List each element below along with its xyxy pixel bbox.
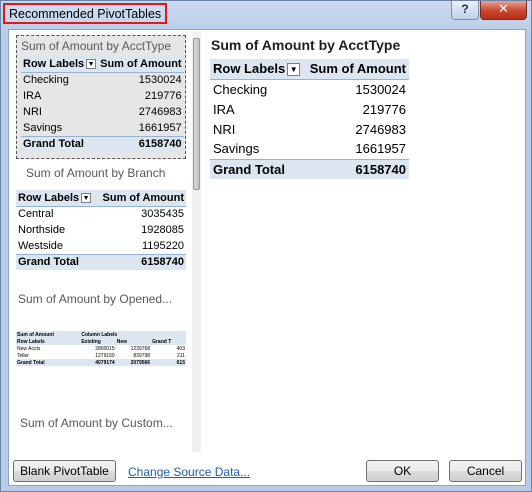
close-button[interactable]: ✕ <box>480 1 527 20</box>
recommendations-scrollbar[interactable] <box>192 32 201 452</box>
dialog-body: Sum of Amount by AcctType Row Labels ▼ Su… <box>8 29 526 486</box>
grand-total-row: Grand Total 6158740 <box>21 135 184 152</box>
table-row: Savings 1661957 <box>23 121 182 134</box>
grand-total-row: Grand Total 6158740 <box>16 253 186 270</box>
table-row: Northside 1928085 <box>18 224 184 236</box>
dialog-window: Recommended PivotTables ? ✕ Sum of Amoun… <box>0 0 532 492</box>
recommendation-title: Sum of Amount by Branch <box>26 166 166 180</box>
table-row: NRI 2746983 <box>23 106 182 118</box>
ok-button[interactable]: OK <box>366 460 439 482</box>
column-header: Row Labels ▼ <box>21 56 99 73</box>
dialog-title: Recommended PivotTables <box>3 3 168 24</box>
preview-pane: Sum of Amount by AcctType Row Labels ▼ Su… <box>210 30 515 450</box>
column-header: Sum of Amount <box>98 56 184 73</box>
preview-title: Sum of Amount by AcctType <box>211 37 401 53</box>
preview-table: Row Labels ▼ Sum of Amount Checking 153002… <box>210 59 409 179</box>
recommendation-table: Row Labels ▼ Sum of Amount Checking 153002… <box>21 56 184 152</box>
filter-dropdown-icon: ▼ <box>287 63 301 77</box>
column-header: Row Labels ▼ <box>210 59 305 80</box>
recommendation-title: Sum of Amount by Custom... <box>20 416 173 430</box>
table-row: IRA 219776 <box>23 90 182 102</box>
table-row: NRI 2746983 <box>213 121 406 137</box>
blank-pivottable-button[interactable]: Blank PivotTable <box>13 460 116 482</box>
grand-total-row: Grand Total 6158740 <box>210 158 409 179</box>
column-header: Sum of Amount <box>304 59 409 80</box>
title-bar: Recommended PivotTables ? ✕ <box>1 1 532 27</box>
table-row: Central 3035435 <box>18 208 184 221</box>
table-row: Teller 1279159 839798 211 <box>17 352 185 359</box>
recommendation-title: Sum of Amount by AcctType <box>21 39 172 53</box>
recommendation-card-branch[interactable]: Sum of Amount by Branch Row Labels ▼ Sum … <box>16 163 186 275</box>
column-header: Row Labels ▼ <box>16 190 97 207</box>
recommendation-table: Sum of Amount Column Labels Row Labels Exi… <box>16 331 186 366</box>
scrollbar-thumb[interactable] <box>193 38 200 190</box>
table-row: Savings 1661957 <box>213 141 406 157</box>
recommendation-card-customer[interactable]: Sum of Amount by Custom... <box>16 416 186 452</box>
cancel-button[interactable]: Cancel <box>449 460 522 482</box>
recommendation-card-opened[interactable]: Sum of Amount by Opened... Sum of Amount… <box>16 289 186 389</box>
grand-total-row: Grand Total 4079174 2079566 615 <box>16 359 186 366</box>
recommendation-table: Row Labels ▼ Sum of Amount Central 3035435… <box>16 190 186 270</box>
table-row: IRA 219776 <box>213 101 406 117</box>
table-row: New Accts 2800015 1239768 403 <box>17 345 185 352</box>
change-source-data-link[interactable]: Change Source Data... <box>128 465 250 479</box>
recommendations-list: Sum of Amount by AcctType Row Labels ▼ Su… <box>13 32 189 452</box>
table-row: Checking 1530024 <box>213 81 406 97</box>
table-row: Checking 1530024 <box>23 74 182 87</box>
column-header: Sum of Amount <box>96 190 186 207</box>
recommendation-card-accttype[interactable]: Sum of Amount by AcctType Row Labels ▼ Su… <box>16 35 186 159</box>
filter-dropdown-icon: ▼ <box>86 58 97 69</box>
table-row: Westside 1195220 <box>18 239 184 252</box>
help-button[interactable]: ? <box>451 1 479 20</box>
filter-dropdown-icon: ▼ <box>81 192 92 203</box>
recommendation-title: Sum of Amount by Opened... <box>18 292 173 306</box>
